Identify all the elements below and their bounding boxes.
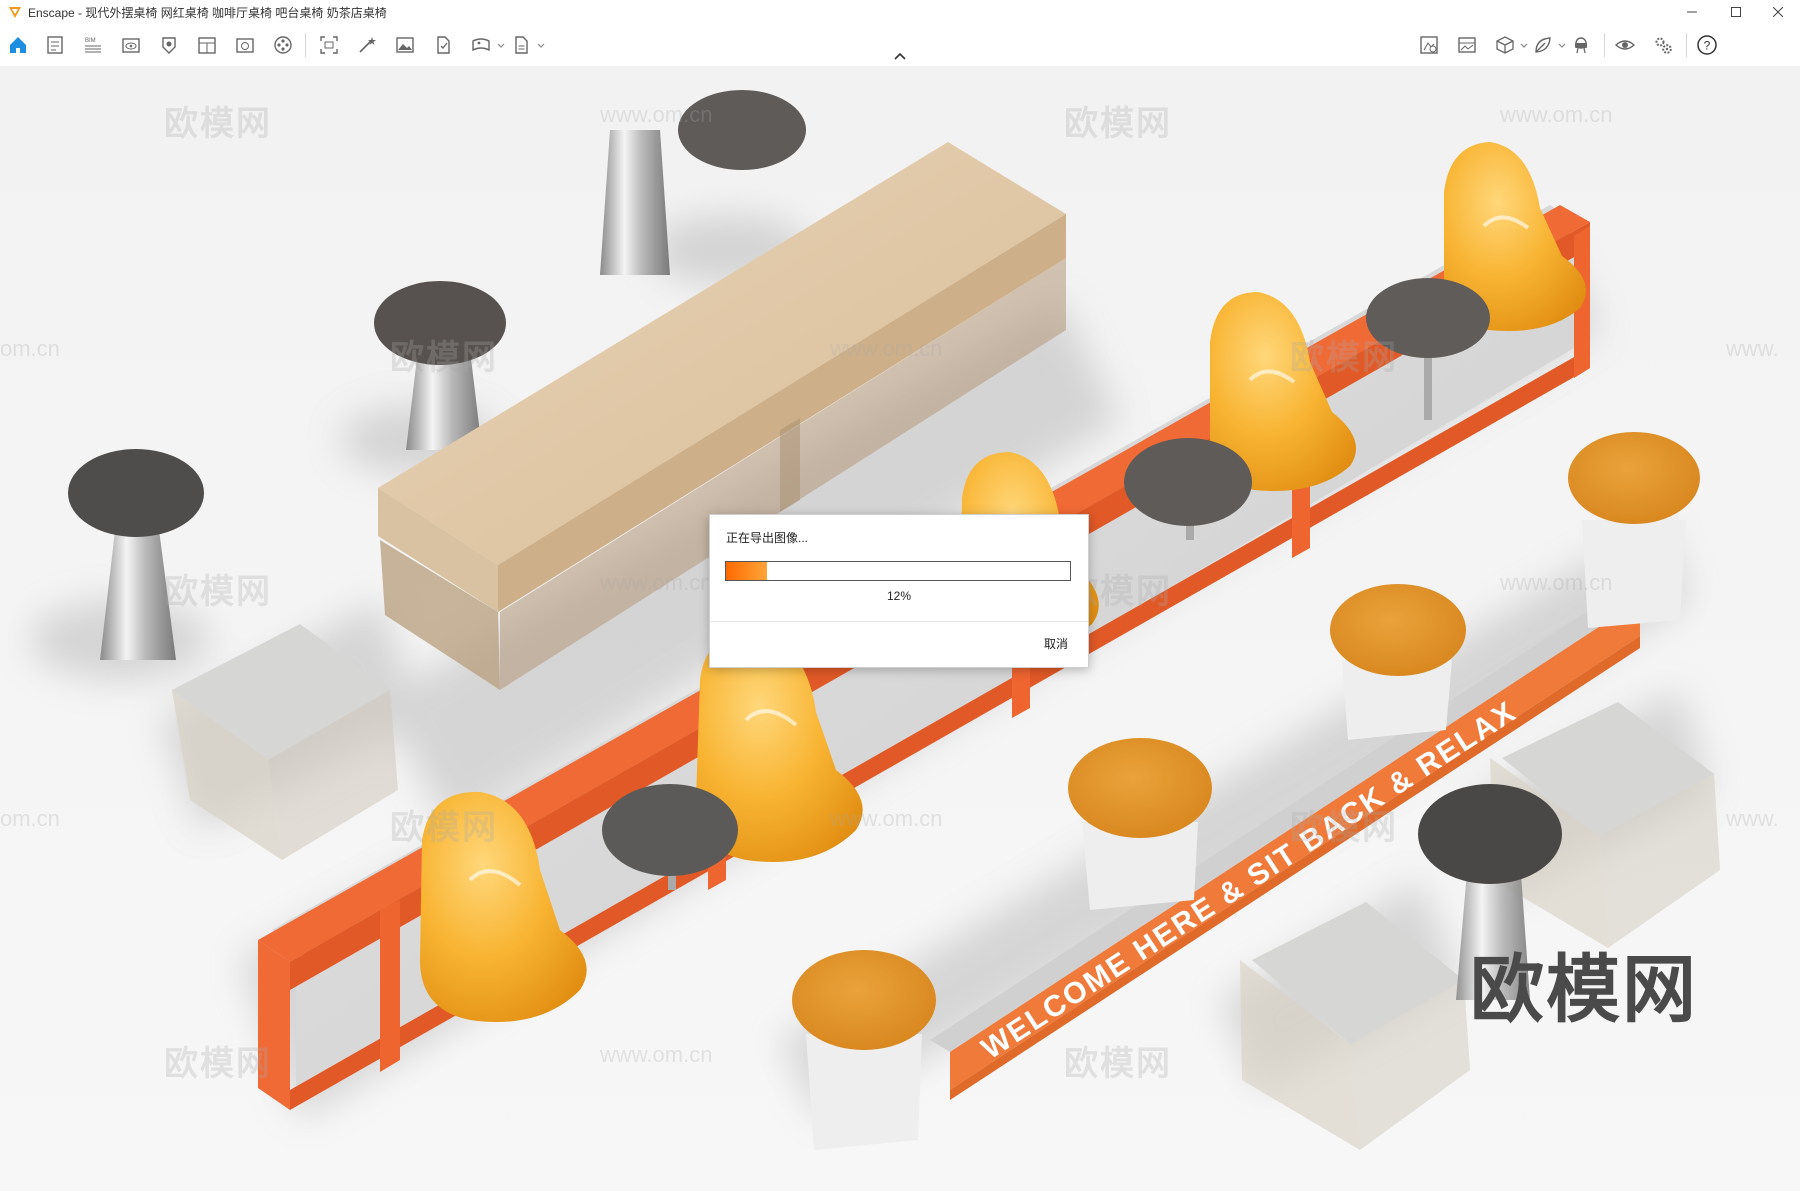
watermark-url: www.om.cn: [600, 1042, 713, 1067]
watermark-text: 欧模网: [1064, 105, 1172, 143]
cancel-button[interactable]: 取消: [1040, 633, 1072, 654]
watermark-url: om.cn: [0, 806, 60, 831]
screenshot-icon[interactable]: [316, 32, 342, 58]
title-bar: Enscape - 现代外摆桌椅 网红桌椅 咖啡厅桌椅 吧台桌椅 奶茶店桌椅: [0, 0, 1800, 24]
watermark-text: 欧模网: [164, 1045, 272, 1083]
watermark-url: om.cn: [0, 336, 60, 361]
watermark-url: www.om.cn: [1500, 102, 1613, 127]
eye-icon[interactable]: [1612, 32, 1638, 58]
watermark-url: www.om.cn: [1500, 570, 1613, 595]
orange-stool: [792, 950, 936, 1150]
home-icon[interactable]: [5, 32, 31, 58]
maximize-icon[interactable]: [1714, 0, 1758, 24]
image-icon[interactable]: [392, 32, 418, 58]
progress-bar-fill: [726, 562, 768, 580]
watermark-url: www.om.cn: [830, 806, 943, 831]
leaf-icon[interactable]: [1530, 32, 1556, 58]
watermark-url: www.om.cn: [830, 336, 943, 361]
watermark-url: www.om.cn: [600, 570, 713, 595]
watermark-text: 欧模网: [1290, 339, 1398, 377]
settings-icon[interactable]: [1650, 32, 1676, 58]
export-progress-dialog: 正在导出图像... 12% 取消: [709, 514, 1089, 668]
chevron-down-icon[interactable]: [537, 42, 545, 50]
watermark-url: www.: [1726, 806, 1779, 831]
watermark-text: 欧模网: [390, 809, 498, 847]
help-label: ?: [1704, 39, 1711, 53]
watermark-text: 欧模网: [390, 339, 498, 377]
material-editor-icon[interactable]: [194, 32, 220, 58]
close-icon[interactable]: [1756, 0, 1800, 24]
asset-library-icon[interactable]: [156, 32, 182, 58]
chevron-down-icon[interactable]: [1520, 42, 1528, 50]
toolbar-separator: [305, 33, 306, 57]
sync-views-icon[interactable]: [1416, 32, 1442, 58]
toolbar-separator: [1604, 33, 1605, 57]
help-icon[interactable]: ?: [1694, 32, 1720, 58]
export-icon[interactable]: [430, 32, 456, 58]
watermark-text: 欧模网: [164, 105, 272, 143]
dialog-divider: [710, 621, 1088, 622]
batch-render-icon[interactable]: [354, 32, 380, 58]
chevron-down-icon[interactable]: [497, 42, 505, 50]
collapse-toolbar-chevron-icon[interactable]: [890, 50, 910, 62]
exe-export-icon[interactable]: [508, 32, 534, 58]
watermark-url: www.om.cn: [600, 102, 713, 127]
watermark-text: 欧模网: [1290, 809, 1398, 847]
image-compare-icon[interactable]: [1454, 32, 1480, 58]
panorama-icon[interactable]: [468, 32, 494, 58]
render-settings-icon[interactable]: [42, 32, 68, 58]
dialog-title: 正在导出图像...: [726, 531, 809, 545]
watermark-text: 欧模网: [164, 573, 272, 611]
view-icon[interactable]: [118, 32, 144, 58]
chevron-down-icon[interactable]: [1558, 42, 1566, 50]
watermark-text: 欧模网: [1064, 1045, 1172, 1083]
progress-percent: 12%: [886, 589, 912, 603]
enscape-logo-icon: [9, 7, 21, 18]
brand-watermark: 欧模网: [1470, 948, 1698, 1031]
vr-headset-icon[interactable]: [1568, 32, 1594, 58]
progress-bar: [725, 561, 1071, 581]
bim-icon[interactable]: BIM: [80, 32, 106, 58]
minimize-icon[interactable]: [1670, 0, 1714, 24]
box-icon[interactable]: [1492, 32, 1518, 58]
watermark-url: www.: [1726, 336, 1779, 361]
window-title: Enscape - 现代外摆桌椅 网红桌椅 咖啡厅桌椅 吧台桌椅 奶茶店桌椅: [28, 5, 387, 20]
capture-icon[interactable]: [232, 32, 258, 58]
toolbar-separator: [1686, 33, 1687, 57]
video-editor-icon[interactable]: [270, 32, 296, 58]
bim-label: BIM: [85, 38, 96, 44]
